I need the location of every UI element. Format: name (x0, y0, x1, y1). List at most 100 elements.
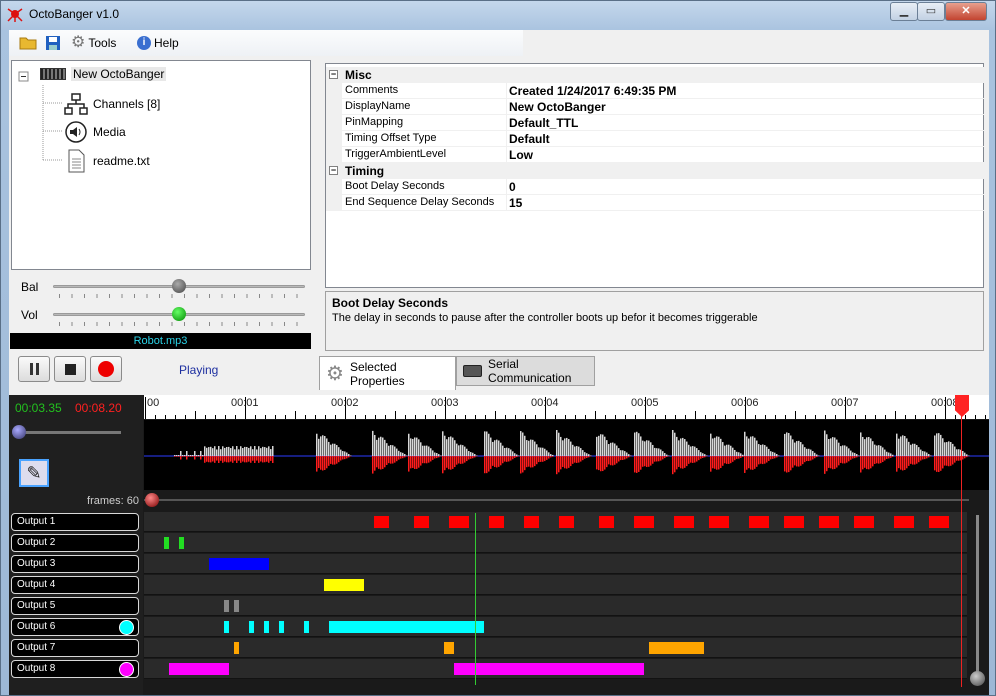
output-label[interactable]: Output 4 (11, 576, 139, 594)
balance-slider-thumb[interactable] (172, 279, 186, 293)
property-category[interactable]: − Misc (326, 67, 984, 83)
output-label[interactable]: Output 6 (11, 618, 139, 636)
output-event-block[interactable] (444, 642, 454, 654)
collapse-icon[interactable]: − (329, 166, 338, 175)
output-lane[interactable] (144, 617, 967, 637)
output-event-block[interactable] (304, 621, 309, 633)
property-value[interactable]: 15 (509, 196, 522, 210)
waveform-sample-positive (684, 439, 686, 456)
zoom-slider[interactable] (13, 431, 121, 434)
property-row[interactable]: End Sequence Delay Seconds 15 (326, 195, 984, 211)
output-event-block[interactable] (449, 516, 469, 528)
tree-node-readme[interactable]: readme.txt (64, 149, 150, 173)
tools-menu[interactable]: ⚙ Tools (71, 34, 116, 52)
output-event-block[interactable] (224, 600, 229, 612)
property-value[interactable]: Default (509, 132, 550, 146)
output-lane[interactable] (144, 575, 967, 595)
property-value[interactable]: 0 (509, 180, 516, 194)
waveform-sample-positive (462, 445, 464, 456)
close-button[interactable]: ✕ (945, 2, 987, 21)
frame-slider-thumb[interactable] (145, 493, 159, 507)
time-ruler[interactable]: 00 00:01 00:02 00:03 00:04 00:05 00:06 00:07 00:… (144, 395, 989, 419)
output-event-block[interactable] (249, 621, 254, 633)
output-lane[interactable] (144, 554, 967, 574)
output-event-block[interactable] (894, 516, 914, 528)
waveform-sample-positive (382, 437, 384, 456)
maximize-button[interactable]: ▭ (917, 2, 945, 21)
output-label[interactable]: Output 5 (11, 597, 139, 615)
pause-button[interactable] (18, 356, 50, 382)
property-value[interactable]: New OctoBanger (509, 100, 606, 114)
edit-button[interactable]: ✎ (19, 459, 49, 487)
property-row[interactable]: Comments Created 1/24/2017 6:49:35 PM (326, 83, 984, 99)
save-button[interactable] (45, 34, 61, 52)
output-label[interactable]: Output 3 (11, 555, 139, 573)
output-label[interactable]: Output 7 (11, 639, 139, 657)
frame-slider[interactable] (144, 499, 969, 501)
output-lane[interactable] (144, 659, 967, 679)
output-event-block[interactable] (324, 579, 364, 591)
output-lane[interactable] (144, 596, 967, 616)
property-value[interactable]: Created 1/24/2017 6:49:35 PM (509, 84, 676, 98)
output-event-block[interactable] (749, 516, 769, 528)
property-value[interactable]: Default_TTL (509, 116, 578, 130)
title-bar[interactable]: OctoBanger v1.0 ▁ ▭ ✕ (1, 1, 995, 29)
collapse-icon[interactable]: − (329, 70, 338, 79)
output-label[interactable]: Output 2 (11, 534, 139, 552)
zoom-slider-thumb[interactable] (12, 425, 26, 439)
output-event-block[interactable] (854, 516, 874, 528)
vertical-zoom-thumb[interactable] (970, 671, 985, 686)
output-event-block[interactable] (264, 621, 269, 633)
output-event-block[interactable] (374, 516, 389, 528)
output-event-block[interactable] (784, 516, 804, 528)
output-event-block[interactable] (414, 516, 429, 528)
output-event-block[interactable] (709, 516, 729, 528)
property-category[interactable]: − Timing (326, 163, 984, 179)
output-event-block[interactable] (489, 516, 504, 528)
vertical-zoom-slider[interactable] (976, 515, 979, 680)
output-event-block[interactable] (649, 642, 704, 654)
output-event-block[interactable] (559, 516, 574, 528)
property-row[interactable]: Timing Offset Type Default (326, 131, 984, 147)
output-event-block[interactable] (179, 537, 184, 549)
output-event-block[interactable] (929, 516, 949, 528)
output-event-block[interactable] (674, 516, 694, 528)
tree-root-node[interactable]: New OctoBanger (40, 67, 167, 81)
volume-slider-thumb[interactable] (172, 307, 186, 321)
output-event-block[interactable] (599, 516, 614, 528)
waveform-sample-negative (198, 456, 200, 457)
output-label[interactable]: Output 8 (11, 660, 139, 678)
tree-node-channels[interactable]: Channels [8] (64, 93, 160, 115)
output-event-block[interactable] (169, 663, 229, 675)
output-event-block[interactable] (234, 642, 239, 654)
output-event-block[interactable] (524, 516, 539, 528)
output-event-block[interactable] (634, 516, 654, 528)
stop-button[interactable] (54, 356, 86, 382)
output-event-block[interactable] (234, 600, 239, 612)
output-event-block[interactable] (279, 621, 284, 633)
output-label[interactable]: Output 1 (11, 513, 139, 531)
property-row[interactable]: TriggerAmbientLevel Low (326, 147, 984, 163)
record-button[interactable] (90, 356, 122, 382)
tab-selected-properties[interactable]: ⚙ Selected Properties (319, 356, 456, 390)
help-menu[interactable]: i Help (137, 34, 179, 52)
output-event-block[interactable] (454, 663, 644, 675)
tree-node-media[interactable]: Media (64, 121, 126, 143)
property-value[interactable]: Low (509, 148, 533, 162)
waveform-sample-negative (524, 456, 526, 471)
output-lane[interactable] (144, 533, 967, 553)
output-event-block[interactable] (329, 621, 484, 633)
property-row[interactable]: PinMapping Default_TTL (326, 115, 984, 131)
property-row[interactable]: Boot Delay Seconds 0 (326, 179, 984, 195)
waveform-sample-negative (842, 456, 844, 464)
open-folder-button[interactable] (19, 34, 37, 52)
property-row[interactable]: DisplayName New OctoBanger (326, 99, 984, 115)
output-event-block[interactable] (224, 621, 229, 633)
minimize-button[interactable]: ▁ (890, 2, 918, 21)
tab-serial-communication[interactable]: Serial Communication (456, 356, 595, 386)
output-event-block[interactable] (819, 516, 839, 528)
output-lane[interactable] (144, 512, 967, 532)
output-event-block[interactable] (209, 558, 269, 570)
output-event-block[interactable] (164, 537, 169, 549)
output-lane[interactable] (144, 638, 967, 658)
